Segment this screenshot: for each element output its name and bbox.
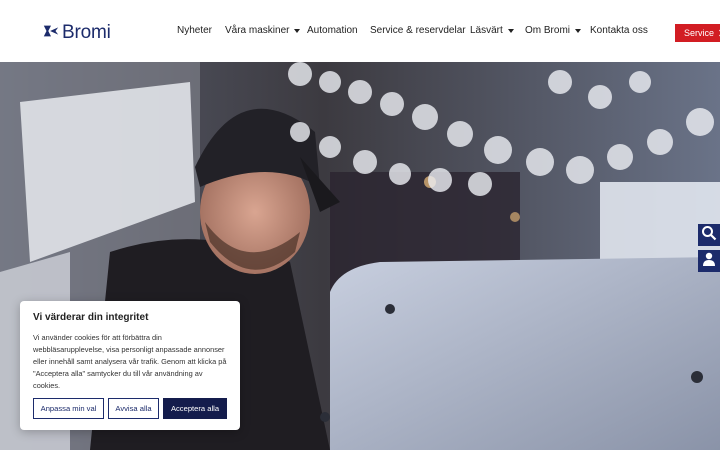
search-icon bbox=[701, 225, 717, 246]
site-header: Bromi Nyheter Våra maskiner Automation S… bbox=[0, 0, 720, 62]
nav-item-lasvart[interactable]: Läsvärt bbox=[470, 25, 514, 36]
nav-item-kontakta-oss[interactable]: Kontakta oss bbox=[590, 25, 648, 36]
chevron-down-icon bbox=[294, 28, 301, 33]
account-tab[interactable] bbox=[698, 250, 720, 272]
nav-item-label: Läsvärt bbox=[470, 25, 503, 36]
nav-item-label: Automation bbox=[307, 25, 358, 36]
service-button[interactable]: Service ✕ bbox=[675, 24, 720, 42]
bromi-logo-icon bbox=[42, 22, 60, 45]
brand-logo[interactable]: Bromi bbox=[42, 22, 111, 44]
nav-item-label: Våra maskiner bbox=[225, 25, 290, 36]
chevron-down-icon bbox=[575, 28, 581, 33]
customize-button[interactable]: Anpassa min val bbox=[33, 398, 104, 419]
cookie-description: Vi använder cookies för att förbättra di… bbox=[33, 333, 227, 390]
nav-item-vara-maskiner[interactable]: Våra maskiner bbox=[225, 25, 301, 36]
brand-name: Bromi bbox=[62, 22, 111, 43]
nav-item-service-reservdelar[interactable]: Service & reservdelar bbox=[370, 25, 466, 36]
accept-all-button[interactable]: Acceptera alla bbox=[163, 398, 227, 419]
cookie-consent-dialog: Vi värderar din integritet Vi använder c… bbox=[20, 301, 240, 430]
nav-item-om-bromi[interactable]: Om Bromi bbox=[525, 25, 581, 36]
reject-all-button[interactable]: Avvisa alla bbox=[108, 398, 159, 419]
nav-item-label: Kontakta oss bbox=[590, 25, 648, 36]
user-icon bbox=[701, 251, 717, 272]
nav-item-automation[interactable]: Automation bbox=[307, 25, 358, 36]
cookie-title: Vi värderar din integritet bbox=[33, 312, 149, 323]
cookie-buttons: Anpassa min val Avvisa alla Acceptera al… bbox=[33, 398, 227, 419]
nav-item-nyheter[interactable]: Nyheter bbox=[177, 25, 212, 36]
nav-item-label: Om Bromi bbox=[525, 25, 570, 36]
nav-item-label: Nyheter bbox=[177, 25, 213, 36]
service-button-label: Service bbox=[684, 28, 715, 38]
chevron-down-icon bbox=[507, 28, 514, 33]
search-tab[interactable] bbox=[698, 224, 720, 246]
nav-item-label: Service & reservdelar bbox=[370, 25, 466, 36]
